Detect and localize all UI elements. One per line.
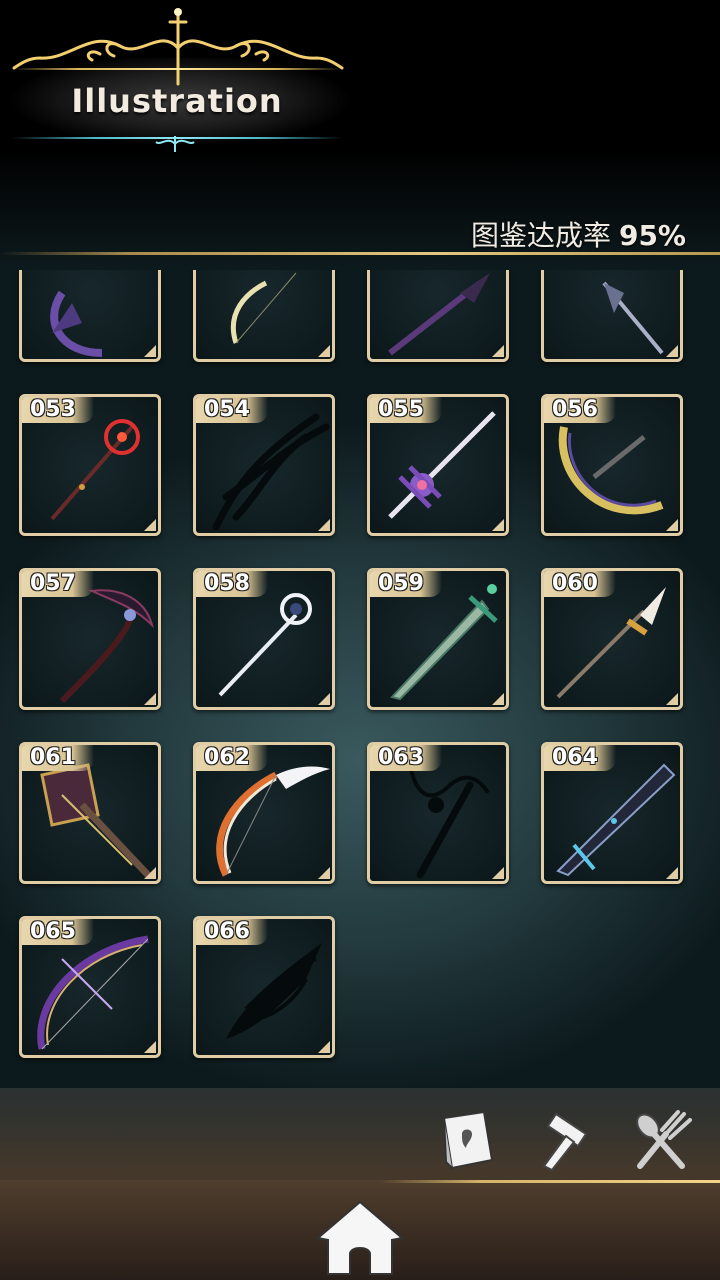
card-number: 059	[370, 571, 442, 597]
weapon-card-partial[interactable]	[367, 270, 509, 362]
weapon-card[interactable]: 065	[19, 916, 161, 1058]
weapon-card[interactable]: 054	[193, 394, 335, 536]
corner-ornament-icon	[318, 1041, 330, 1053]
home-icon[interactable]	[312, 1196, 408, 1276]
corner-ornament-icon	[492, 519, 504, 531]
weapon-card[interactable]: 063	[367, 742, 509, 884]
weapon-card[interactable]: 066	[193, 916, 335, 1058]
corner-ornament-icon	[318, 867, 330, 879]
corner-ornament-icon	[492, 693, 504, 705]
corner-ornament-icon	[666, 867, 678, 879]
weapon-card[interactable]: 058	[193, 568, 335, 710]
weapon-card[interactable]: 055	[367, 394, 509, 536]
corner-ornament-icon	[144, 519, 156, 531]
page-title: Illustration	[71, 82, 283, 120]
bottom-toolbar	[0, 1088, 720, 1180]
card-number: 060	[544, 571, 616, 597]
weapon-card[interactable]: 053	[19, 394, 161, 536]
illustration-grid[interactable]: 053 054 055 056 057 058 059 060 061 062 …	[0, 270, 720, 1070]
card-number: 058	[196, 571, 268, 597]
purple-bow-icon	[50, 290, 103, 357]
toolbar-divider	[380, 1180, 720, 1183]
completion-value: 95%	[618, 219, 686, 252]
corner-ornament-icon	[666, 519, 678, 531]
card-number: 057	[22, 571, 94, 597]
weapon-card-partial[interactable]	[19, 270, 161, 362]
book-icon[interactable]	[432, 1104, 504, 1176]
cyan-ornament-icon	[155, 136, 195, 152]
weapon-card[interactable]: 062	[193, 742, 335, 884]
silver-spear-icon	[602, 281, 664, 355]
card-number: 063	[370, 745, 442, 771]
card-number: 054	[196, 397, 268, 423]
card-number: 066	[196, 919, 268, 945]
divider	[0, 252, 720, 255]
card-number: 062	[196, 745, 268, 771]
dark-spear-icon	[388, 273, 490, 356]
corner-ornament-icon	[666, 345, 678, 357]
weapon-card[interactable]: 060	[541, 568, 683, 710]
corner-ornament-icon	[666, 693, 678, 705]
card-number: 053	[22, 397, 94, 423]
hammer-icon[interactable]	[532, 1104, 604, 1176]
banner-top-line	[12, 68, 342, 70]
weapon-card[interactable]: 064	[541, 742, 683, 884]
corner-ornament-icon	[318, 345, 330, 357]
weapon-card[interactable]: 059	[367, 568, 509, 710]
weapon-card[interactable]: 061	[19, 742, 161, 884]
corner-ornament-icon	[318, 519, 330, 531]
card-number: 061	[22, 745, 94, 771]
corner-ornament-icon	[492, 345, 504, 357]
completion-rate: 图鉴达成率 95%	[471, 214, 686, 254]
gold-ornament-icon	[12, 8, 344, 86]
corner-ornament-icon	[492, 867, 504, 879]
card-number: 056	[544, 397, 616, 423]
corner-ornament-icon	[144, 345, 156, 357]
completion-label: 图鉴达成率	[470, 219, 611, 252]
card-number: 065	[22, 919, 94, 945]
weapon-card-partial[interactable]	[541, 270, 683, 362]
corner-ornament-icon	[144, 693, 156, 705]
white-bow-icon	[230, 272, 297, 344]
card-number: 064	[544, 745, 616, 771]
corner-ornament-icon	[144, 867, 156, 879]
weapon-card[interactable]: 056	[541, 394, 683, 536]
weapon-card[interactable]: 057	[19, 568, 161, 710]
corner-ornament-icon	[144, 1041, 156, 1053]
corner-ornament-icon	[318, 693, 330, 705]
fork-spoon-icon[interactable]	[626, 1104, 698, 1176]
weapon-card-partial[interactable]	[193, 270, 335, 362]
card-number: 055	[370, 397, 442, 423]
